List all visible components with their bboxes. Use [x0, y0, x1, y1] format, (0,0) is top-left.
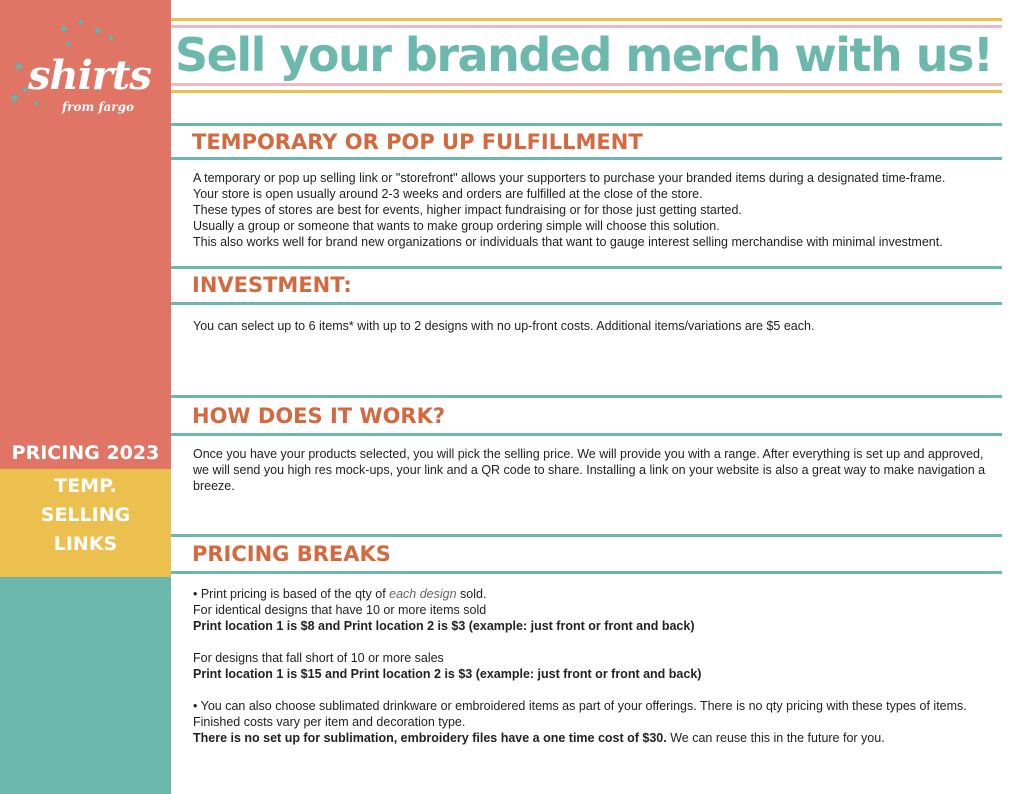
- selling-line: SELLING: [40, 504, 131, 526]
- section-divider: [171, 302, 1002, 305]
- section-title-pricing: PRICING BREAKS: [192, 542, 391, 566]
- logo: ✦ ✦ ✦ ✦ ✦ ✦ ✦ ✦ ✦ ✦ shirts from fargo: [6, 18, 166, 118]
- text-span: sold.: [456, 587, 487, 601]
- section-divider: [171, 571, 1002, 574]
- section-divider: [171, 266, 1002, 269]
- price-line: Print location 1 is $8 and Print locatio…: [193, 619, 695, 633]
- sparkle-icon: ✦: [106, 31, 117, 45]
- sparkle-icon: ✦: [12, 59, 26, 76]
- page-title: Sell your branded merch with us!: [175, 28, 994, 82]
- sparkle-icon: ✦: [8, 91, 22, 108]
- temporary-description: A temporary or pop up selling link or "s…: [193, 170, 1001, 250]
- logo-subtitle: from fargo: [62, 100, 135, 114]
- emphasis-text: each design: [389, 587, 457, 601]
- sidebar-teal-block: [0, 577, 171, 794]
- sparkle-icon: ✦: [58, 21, 70, 37]
- how-text: Once you have your products selected, yo…: [193, 447, 986, 493]
- sparkle-icon: ✦: [64, 39, 74, 51]
- sparkle-icon: ✦: [92, 23, 104, 39]
- paragraph-line: Your store is open usually around 2-3 we…: [193, 187, 703, 201]
- text-span: • Print pricing is based of the qty of: [193, 587, 390, 601]
- paragraph-line: A temporary or pop up selling link or "s…: [193, 171, 946, 185]
- section-divider: [171, 123, 1002, 126]
- section-divider: [171, 157, 1002, 160]
- section-divider: [171, 395, 1002, 398]
- bottom-stripe-yellow: [171, 90, 1002, 93]
- paragraph-line: Usually a group or someone that wants to…: [193, 219, 720, 233]
- temp-selling-links-label: TEMP. SELLING LINKS: [0, 472, 171, 559]
- section-title-how: HOW DOES IT WORK?: [192, 404, 446, 428]
- section-divider: [171, 433, 1002, 436]
- pricing-bullet-2: • You can also choose sublimated drinkwa…: [193, 699, 967, 729]
- paragraph-line: For identical designs that have 10 or mo…: [193, 603, 487, 617]
- pricing-year-label: PRICING 2023: [11, 442, 160, 464]
- sublimation-note: There is no set up for sublimation, embr…: [193, 730, 1001, 746]
- section-divider: [171, 534, 1002, 537]
- logo-wordmark: shirts: [28, 52, 152, 99]
- pricing-bullet-1: • Print pricing is based of the qty of e…: [193, 586, 1001, 602]
- section-title-temporary: TEMPORARY OR POP UP FULFILLMENT: [192, 130, 643, 154]
- section-title-investment: INVESTMENT:: [192, 273, 352, 297]
- paragraph-line: These types of stores are best for event…: [193, 203, 742, 217]
- bottom-stripe-pink: [171, 83, 1002, 86]
- pricing-text: • Print pricing is based of the qty of e…: [193, 586, 1001, 746]
- temp-line: TEMP.: [54, 475, 117, 497]
- bold-text: There is no set up for sublimation, embr…: [193, 731, 667, 745]
- investment-text: You can select up to 6 items* with up to…: [193, 319, 815, 333]
- price-line: Print location 1 is $15 and Print locati…: [193, 667, 702, 681]
- sparkle-icon: ✦: [76, 17, 86, 29]
- paragraph-line: For designs that fall short of 10 or mor…: [193, 651, 444, 665]
- text-span: We can reuse this in the future for you.: [666, 731, 885, 745]
- links-line: LINKS: [53, 533, 118, 555]
- top-stripe-yellow: [171, 18, 1002, 21]
- sidebar: ✦ ✦ ✦ ✦ ✦ ✦ ✦ ✦ ✦ ✦ shirts from fargo PR…: [0, 0, 171, 794]
- sparkle-icon: ✦: [32, 99, 41, 110]
- paragraph-line: This also works well for brand new organ…: [193, 235, 943, 249]
